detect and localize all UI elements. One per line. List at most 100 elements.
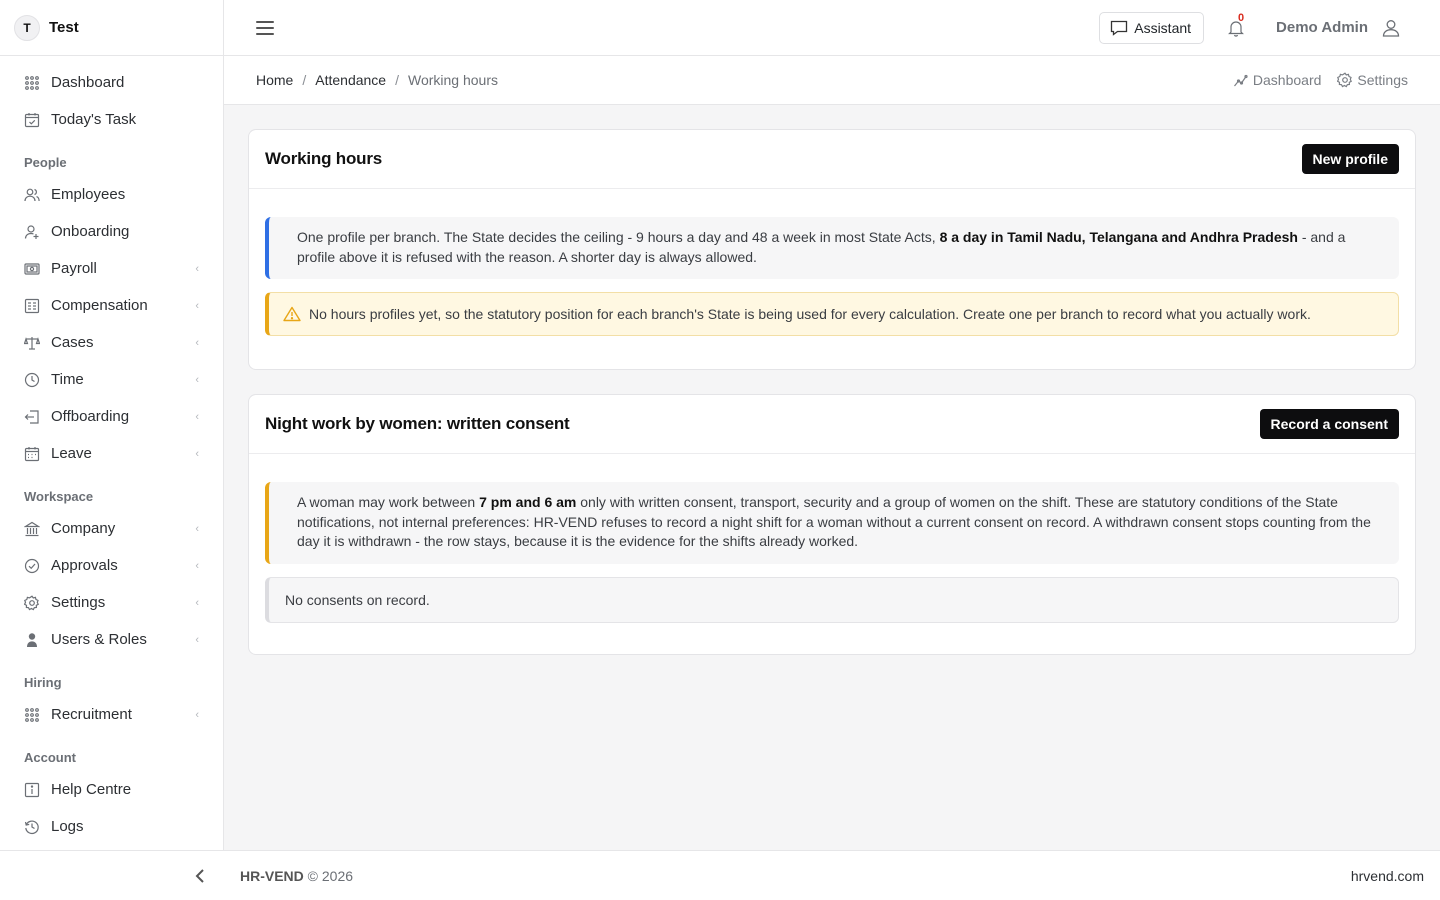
user-plus-icon — [23, 223, 41, 241]
sidebar-item-payroll[interactable]: Payroll ‹ — [0, 250, 223, 287]
warning-alert: No hours profiles yet, so the statutory … — [265, 292, 1399, 336]
working-hours-card: Working hours New profile One profile pe… — [248, 129, 1416, 370]
scale-icon — [23, 334, 41, 352]
sidebar-item-label: Settings — [51, 594, 106, 611]
chevron-left-icon: ‹ — [195, 336, 199, 349]
grid-icon — [23, 706, 41, 724]
breadcrumb-home[interactable]: Home — [256, 72, 293, 88]
collapse-sidebar-icon[interactable] — [192, 867, 208, 885]
warning-text: No hours profiles yet, so the statutory … — [309, 306, 1311, 322]
settings-link-label: Settings — [1357, 72, 1408, 88]
gear-icon — [1337, 72, 1353, 88]
menu-toggle-icon[interactable] — [256, 20, 274, 35]
user-icon[interactable] — [1382, 19, 1400, 37]
chevron-left-icon: ‹ — [195, 559, 199, 572]
chat-icon — [1110, 20, 1128, 36]
sidebar-item-todays-task[interactable]: Today's Task — [0, 101, 223, 138]
sidebar-item-help-centre[interactable]: Help Centre — [0, 771, 223, 808]
sub-actions: Dashboard Settings — [1217, 72, 1408, 88]
section-people: People — [24, 155, 67, 170]
calendar-icon — [23, 445, 41, 463]
sidebar-nav: Dashboard Today's Task People Employees … — [0, 56, 223, 845]
card-title: Night work by women: written consent — [265, 414, 570, 433]
topbar: Assistant 0 Demo Admin — [224, 0, 1440, 56]
chevron-left-icon: ‹ — [195, 299, 199, 312]
ledger-icon — [23, 297, 41, 315]
gear-icon — [23, 594, 41, 612]
calendar-check-icon — [23, 111, 41, 129]
sidebar-item-onboarding[interactable]: Onboarding — [0, 213, 223, 250]
sidebar-item-leave[interactable]: Leave ‹ — [0, 435, 223, 472]
brand[interactable]: T Test — [0, 0, 223, 56]
notification-count: 0 — [1238, 11, 1245, 24]
money-icon — [23, 260, 41, 278]
sidebar-item-compensation[interactable]: Compensation ‹ — [0, 287, 223, 324]
info-note-highlight: 7 pm and 6 am — [479, 494, 577, 510]
sidebar-item-cases[interactable]: Cases ‹ — [0, 324, 223, 361]
grid-icon — [23, 74, 41, 92]
user-name[interactable]: Demo Admin — [1276, 19, 1368, 36]
breadcrumb-separator: / — [302, 72, 307, 88]
record-consent-button[interactable]: Record a consent — [1259, 409, 1399, 439]
card-body: One profile per branch. The State decide… — [249, 189, 1415, 368]
sidebar-item-label: Users & Roles — [51, 631, 147, 648]
sidebar-item-users-roles[interactable]: Users & Roles ‹ — [0, 621, 223, 658]
footer-site-link[interactable]: hrvend.com — [1351, 868, 1424, 884]
sidebar-item-label: Time — [51, 371, 84, 388]
info-icon — [23, 781, 41, 799]
exit-icon — [23, 408, 41, 426]
sidebar-item-approvals[interactable]: Approvals ‹ — [0, 547, 223, 584]
assistant-button[interactable]: Assistant — [1099, 11, 1205, 44]
notifications-button[interactable]: 0 — [1228, 12, 1246, 37]
sidebar-item-label: Today's Task — [51, 111, 137, 128]
info-note-text: A woman may work between — [297, 494, 480, 510]
section-hiring: Hiring — [24, 675, 62, 690]
chevron-left-icon: ‹ — [195, 262, 199, 275]
sidebar-item-label: Approvals — [51, 557, 118, 574]
chevron-left-icon: ‹ — [195, 522, 199, 535]
breadcrumb: Home / Attendance / Working hours — [256, 72, 498, 88]
section-account: Account — [24, 750, 76, 765]
sidebar-item-offboarding[interactable]: Offboarding ‹ — [0, 398, 223, 435]
dashboard-link[interactable]: Dashboard — [1233, 72, 1322, 88]
sidebar: T Test Dashboard Today's Task People Emp… — [0, 0, 224, 850]
users-icon — [23, 186, 41, 204]
info-note-text: One profile per branch. The State decide… — [297, 229, 940, 245]
sidebar-item-company[interactable]: Company ‹ — [0, 510, 223, 547]
info-note: One profile per branch. The State decide… — [265, 217, 1399, 279]
assistant-label: Assistant — [1134, 19, 1192, 36]
breadcrumb-attendance[interactable]: Attendance — [315, 72, 386, 88]
footer-year: © 2026 — [307, 867, 354, 884]
brand-name: Test — [49, 19, 79, 36]
chevron-left-icon: ‹ — [195, 633, 199, 646]
sidebar-item-label: Logs — [51, 818, 84, 835]
sidebar-item-logs[interactable]: Logs — [0, 808, 223, 845]
sidebar-item-time[interactable]: Time ‹ — [0, 361, 223, 398]
warning-icon — [283, 306, 301, 322]
settings-link[interactable]: Settings — [1337, 72, 1408, 88]
sidebar-item-recruitment[interactable]: Recruitment ‹ — [0, 696, 223, 733]
card-header: Working hours New profile — [249, 130, 1415, 189]
dashboard-link-label: Dashboard — [1252, 72, 1322, 88]
user-shield-icon — [23, 631, 41, 649]
sidebar-item-label: Company — [51, 520, 116, 537]
brand-avatar: T — [14, 14, 40, 41]
info-note-highlight: 8 a day in Tamil Nadu, Telangana and And… — [939, 229, 1298, 245]
sidebar-item-label: Leave — [51, 445, 92, 462]
sidebar-item-label: Employees — [51, 186, 126, 203]
info-note: A woman may work between 7 pm and 6 am o… — [265, 482, 1399, 564]
card-header: Night work by women: written consent Rec… — [249, 395, 1415, 454]
sidebar-item-employees[interactable]: Employees — [0, 176, 223, 213]
sidebar-item-label: Cases — [51, 334, 94, 351]
sidebar-item-label: Help Centre — [51, 781, 132, 798]
section-workspace: Workspace — [24, 489, 94, 504]
sidebar-item-settings[interactable]: Settings ‹ — [0, 584, 223, 621]
night-work-card: Night work by women: written consent Rec… — [248, 394, 1416, 655]
clock-icon — [23, 371, 41, 389]
card-title: Working hours — [265, 149, 383, 168]
sidebar-item-dashboard[interactable]: Dashboard — [0, 64, 223, 101]
footer: HR-VEND © 2026 hrvend.com — [0, 850, 1440, 900]
new-profile-button[interactable]: New profile — [1301, 144, 1399, 174]
chart-line-icon — [1233, 72, 1249, 88]
building-icon — [23, 520, 41, 538]
